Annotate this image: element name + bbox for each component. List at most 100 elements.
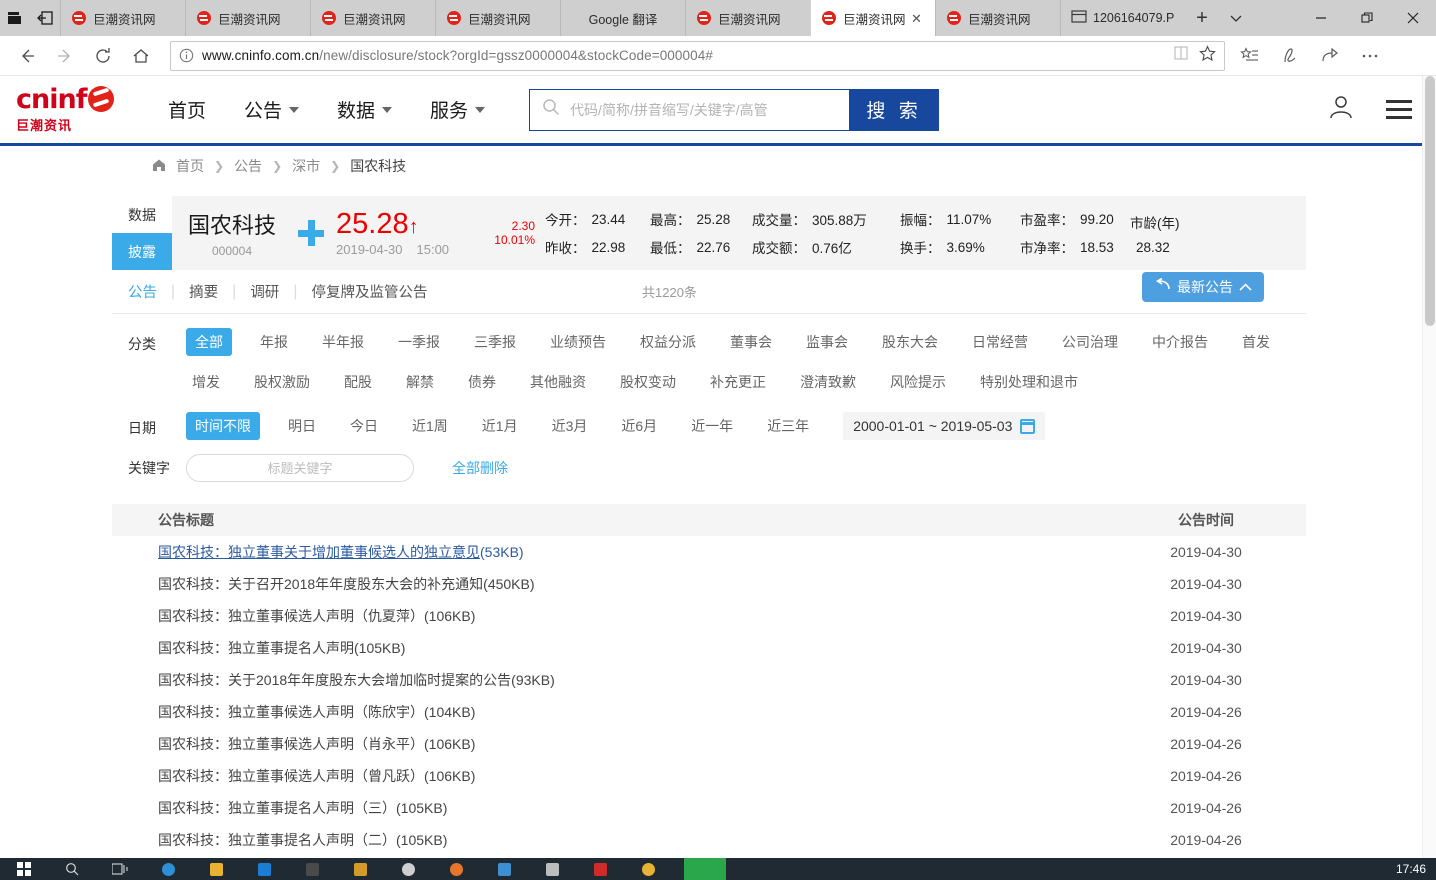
cninfo-logo[interactable]: cninf 巨潮资讯 xyxy=(16,86,124,134)
announcement-title-link[interactable]: 国农科技：独立董事提名人声明 xyxy=(158,640,354,656)
date-chip-1year[interactable]: 近一年 xyxy=(685,412,739,440)
category-chip-semiannual[interactable]: 半年报 xyxy=(316,328,370,356)
nav-item-announcements[interactable]: 公告 xyxy=(244,96,300,123)
new-tab-button[interactable]: + xyxy=(1185,0,1219,36)
category-chip-annual[interactable]: 年报 xyxy=(254,328,294,356)
category-chip-daily-operations[interactable]: 日常经营 xyxy=(966,328,1034,356)
date-chip-today[interactable]: 今日 xyxy=(344,412,384,440)
breadcrumb-item-market[interactable]: 深市 xyxy=(292,156,320,176)
browser-tab-4[interactable]: Google 翻译 xyxy=(560,0,685,36)
more-settings-icon[interactable] xyxy=(1351,37,1389,75)
window-minimize-button[interactable] xyxy=(1298,0,1344,36)
announcement-title-link[interactable]: 国农科技：独立董事关于增加董事候选人的独立意见 xyxy=(158,544,480,560)
taskbar-explorer-icon[interactable] xyxy=(192,858,240,880)
latest-announcement-button[interactable]: 最新公告 xyxy=(1142,272,1264,302)
category-chip-risk-warning[interactable]: 风险提示 xyxy=(884,368,952,396)
clear-all-button[interactable]: 全部删除 xyxy=(452,458,508,478)
favorite-star-icon[interactable] xyxy=(1199,44,1216,67)
category-chip-governance[interactable]: 公司治理 xyxy=(1056,328,1124,356)
announcement-title-link[interactable]: 国农科技：关于召开2018年年度股东大会的补充通知 xyxy=(158,576,483,592)
announcement-title-link[interactable]: 国农科技：独立董事提名人声明（三） xyxy=(158,800,396,816)
table-row[interactable]: 国农科技：独立董事关于增加董事候选人的独立意见(53KB) 2019-04-30 xyxy=(112,536,1306,568)
table-row[interactable]: 国农科技：独立董事提名人声明（三）(105KB) 2019-04-26 xyxy=(112,792,1306,824)
subtab-announcements[interactable]: 公告 xyxy=(128,281,171,302)
category-chip-other-financing[interactable]: 其他融资 xyxy=(524,368,592,396)
table-row[interactable]: 国农科技：独立董事提名人声明(105KB) 2019-04-30 xyxy=(112,632,1306,664)
add-to-watchlist-button[interactable] xyxy=(292,196,330,270)
category-chip-q3[interactable]: 三季报 xyxy=(468,328,522,356)
browser-tab-0[interactable]: 巨潮资讯网 xyxy=(60,0,185,36)
date-chip-1week[interactable]: 近1周 xyxy=(406,412,454,440)
browser-tab-1[interactable]: 巨潮资讯网 xyxy=(185,0,310,36)
breadcrumb-item-home[interactable]: 首页 xyxy=(176,156,204,176)
date-chip-1month[interactable]: 近1月 xyxy=(476,412,524,440)
taskbar-browser2-icon[interactable] xyxy=(480,858,528,880)
browser-tab-7[interactable]: 巨潮资讯网 xyxy=(935,0,1060,36)
category-chip-earnings-forecast[interactable]: 业绩预告 xyxy=(544,328,612,356)
nav-item-services[interactable]: 服务 xyxy=(430,96,486,123)
table-row[interactable]: 国农科技：独立董事候选人声明（仇夏萍）(106KB) 2019-04-30 xyxy=(112,600,1306,632)
category-chip-clarification-apology[interactable]: 澄清致歉 xyxy=(794,368,862,396)
share-icon[interactable] xyxy=(1311,37,1349,75)
date-chip-tomorrow[interactable]: 明日 xyxy=(282,412,322,440)
search-input-wrapper[interactable] xyxy=(529,88,850,131)
browser-tab-2[interactable]: 巨潮资讯网 xyxy=(310,0,435,36)
date-range-picker[interactable]: 2000-01-01 ~ 2019-05-03 xyxy=(843,412,1046,440)
date-chip-unlimited[interactable]: 时间不限 xyxy=(186,412,260,440)
subtab-research[interactable]: 调研 xyxy=(236,281,293,302)
category-chip-bonds[interactable]: 债券 xyxy=(462,368,502,396)
category-chip-dividends[interactable]: 权益分派 xyxy=(634,328,702,356)
forward-icon[interactable] xyxy=(46,37,84,75)
nav-item-home[interactable]: 首页 xyxy=(168,96,206,123)
category-chip-equity-incentive[interactable]: 股权激励 xyxy=(248,368,316,396)
category-chip-supervisors[interactable]: 监事会 xyxy=(800,328,854,356)
home-icon[interactable] xyxy=(122,37,160,75)
start-button[interactable] xyxy=(0,858,48,880)
announcement-title-link[interactable]: 国农科技：独立董事候选人声明（曾凡跃） xyxy=(158,768,424,784)
browser-tab-8[interactable]: 1206164079.PI xyxy=(1060,0,1185,36)
refresh-icon[interactable] xyxy=(84,37,122,75)
category-chip-all[interactable]: 全部 xyxy=(186,328,232,356)
subtab-suspension-regulatory[interactable]: 停复牌及监管公告 xyxy=(297,281,441,302)
site-info-icon[interactable] xyxy=(179,48,194,63)
taskbar-app3-icon[interactable] xyxy=(576,858,624,880)
table-row[interactable]: 国农科技：独立董事候选人声明（陈欣宇）(104KB) 2019-04-26 xyxy=(112,696,1306,728)
web-note-icon[interactable] xyxy=(1271,37,1309,75)
user-account-icon[interactable] xyxy=(1326,92,1356,127)
address-bar[interactable]: www.cninfo.com.cn/new/disclosure/stock?o… xyxy=(170,40,1225,71)
close-icon[interactable]: ✕ xyxy=(911,12,925,25)
keyword-input[interactable] xyxy=(186,454,414,482)
nav-item-data[interactable]: 数据 xyxy=(337,96,393,123)
browser-tab-3[interactable]: 巨潮资讯网 xyxy=(435,0,560,36)
table-row[interactable]: 国农科技：关于召开2018年年度股东大会的补充通知(450KB) 2019-04… xyxy=(112,568,1306,600)
window-close-button[interactable] xyxy=(1390,0,1436,36)
reading-view-icon[interactable] xyxy=(1173,45,1189,66)
category-chip-intermediary-report[interactable]: 中介报告 xyxy=(1146,328,1214,356)
announcement-title-link[interactable]: 国农科技：关于2018年年度股东大会增加临时提案的公告 xyxy=(158,672,511,688)
taskbar-office-icon[interactable] xyxy=(336,858,384,880)
favorites-list-icon[interactable] xyxy=(1231,37,1269,75)
search-input[interactable] xyxy=(570,101,838,118)
taskbar-mail-icon[interactable] xyxy=(240,858,288,880)
taskbar-chrome-icon[interactable] xyxy=(624,858,672,880)
browser-tab-6-active[interactable]: 巨潮资讯网 ✕ xyxy=(810,0,935,36)
date-chip-6month[interactable]: 近6月 xyxy=(615,412,663,440)
category-chip-unlock[interactable]: 解禁 xyxy=(400,368,440,396)
table-row[interactable]: 国农科技：关于2018年年度股东大会增加临时提案的公告(93KB) 2019-0… xyxy=(112,664,1306,696)
taskbar-app2-icon[interactable] xyxy=(528,858,576,880)
date-chip-3year[interactable]: 近三年 xyxy=(761,412,815,440)
chevron-down-icon[interactable] xyxy=(1219,0,1253,36)
table-row[interactable]: 国农科技：独立董事提名人声明（二）(105KB) 2019-04-26 xyxy=(112,824,1306,856)
announcement-title-link[interactable]: 国农科技：独立董事候选人声明（肖永平） xyxy=(158,736,424,752)
category-chip-shareholders-meeting[interactable]: 股东大会 xyxy=(876,328,944,356)
taskbar-active-app[interactable] xyxy=(684,858,726,880)
search-button[interactable]: 搜 索 xyxy=(849,88,940,131)
set-tabs-aside-icon[interactable] xyxy=(30,0,60,36)
category-chip-ipo[interactable]: 首发 xyxy=(1236,328,1276,356)
announcement-title-link[interactable]: 国农科技：独立董事候选人声明（陈欣宇） xyxy=(158,704,424,720)
taskbar-app-icon[interactable] xyxy=(288,858,336,880)
stock-tab-disclosure[interactable]: 披露 xyxy=(112,233,172,270)
subtab-summary[interactable]: 摘要 xyxy=(175,281,232,302)
taskbar-clock-app-icon[interactable] xyxy=(384,858,432,880)
browser-tab-5[interactable]: 巨潮资讯网 xyxy=(685,0,810,36)
